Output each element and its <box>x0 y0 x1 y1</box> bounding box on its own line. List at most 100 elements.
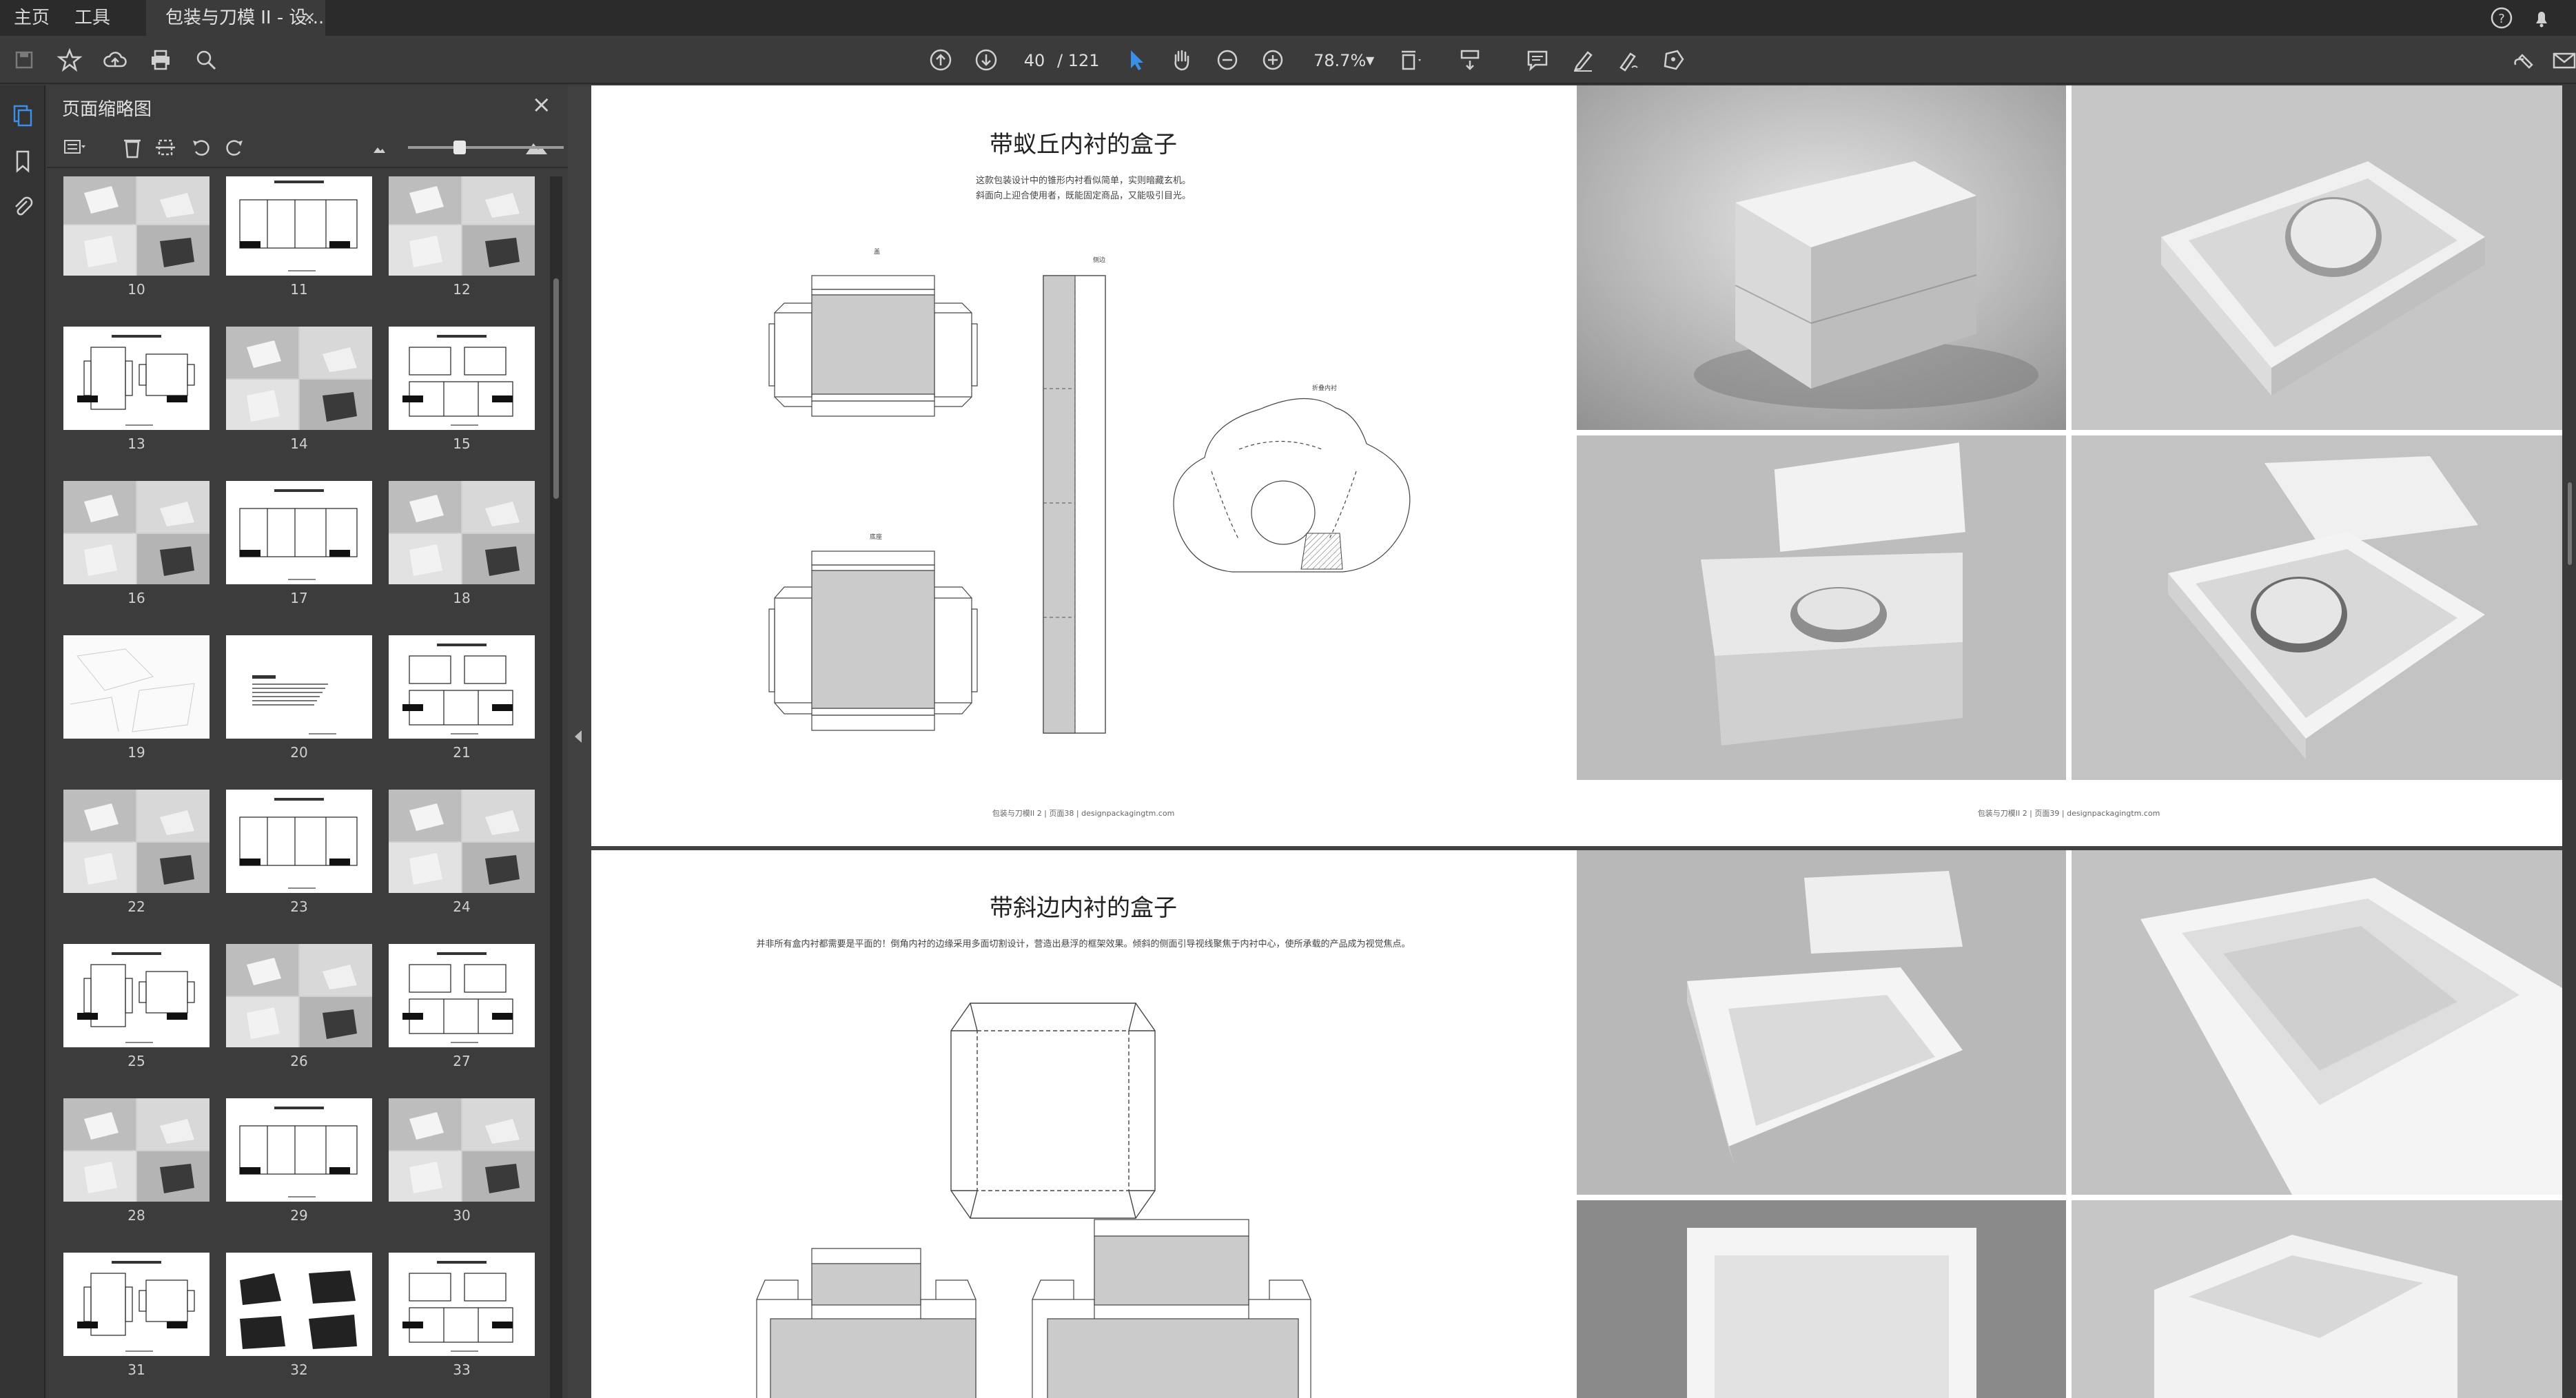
tab-document[interactable]: 包装与刀模 II - 设... × <box>146 0 325 36</box>
photo-bevel-box-inside <box>1577 1200 2066 1398</box>
thumbnail-page-number: 33 <box>453 1361 471 1378</box>
zoom-dropdown[interactable]: 78.7% ▼ <box>1302 47 1378 74</box>
comment-icon[interactable] <box>1523 45 1552 74</box>
attachment-icon[interactable] <box>9 193 37 220</box>
bell-icon[interactable] <box>2529 6 2554 30</box>
photo-bevel-box-lid <box>1577 850 2066 1195</box>
tab-close-button[interactable]: × <box>303 0 316 36</box>
photo-box-lid-tilted <box>1577 435 2066 780</box>
thumbnail-page-number: 16 <box>127 590 145 606</box>
document-scrollbar-thumb[interactable] <box>2568 482 2572 565</box>
page-spread-38-39: 带蚁丘内衬的盒子 这款包装设计中的锥形内衬看似简单，实则暗藏玄机。 斜面向上迎合… <box>591 85 2562 846</box>
thumbnail-scrollbar-thumb[interactable] <box>553 278 559 499</box>
page-number-input[interactable]: 40 <box>1013 47 1056 74</box>
extract-page-icon[interactable] <box>153 135 178 160</box>
zoom-value: 78.7% <box>1313 51 1367 70</box>
collapse-panel-handle[interactable] <box>575 730 582 743</box>
page-number-control: 40 / 121 <box>1013 47 1110 74</box>
thumbnail-page-number: 20 <box>290 744 308 761</box>
thumbnail-image <box>389 327 535 430</box>
thumbnail-image <box>63 1253 209 1356</box>
page-up-icon[interactable] <box>926 45 955 74</box>
footer-site: | designpackagingtm.com <box>1076 809 1175 818</box>
bookmark-icon[interactable] <box>9 147 37 175</box>
star-icon[interactable] <box>55 45 84 74</box>
thumbnail-page-number: 22 <box>127 898 145 915</box>
page-down-icon[interactable] <box>972 45 1001 74</box>
scroll-mode-icon[interactable] <box>1455 45 1484 74</box>
svg-text:?: ? <box>2498 12 2505 26</box>
menu-bar: 主页 工具 包装与刀模 II - 设... × ? <box>0 0 2576 36</box>
print-icon[interactable] <box>146 45 175 74</box>
thumbnail-size-slider-track[interactable] <box>408 146 564 149</box>
footer-site: | designpackagingtm.com <box>2061 809 2160 818</box>
footer-book: 包装与刀模II 2 | <box>992 809 1047 818</box>
thumbnail-image <box>389 1253 535 1356</box>
page-38-footer: 包装与刀模II 2 | 页面38 | designpackagingtm.com <box>591 808 1575 819</box>
save-icon[interactable] <box>10 45 39 74</box>
upload-cloud-icon[interactable] <box>101 45 130 74</box>
page-spread-40-41: 带斜边内衬的盒子 并非所有盒内衬都需要是平面的！倒角内衬的边缘采用多面切割设计，… <box>591 850 2562 1398</box>
footer-page: 页面38 <box>1049 809 1074 818</box>
thumbnail-page-number: 18 <box>453 590 471 606</box>
rotate-left-icon[interactable] <box>189 135 214 160</box>
thumbnail-list: 10 11 12 13 14 15 16 17 18 19 20 21 22 23 24 25 26 27 28 29… <box>47 176 568 1398</box>
thumbnail-image <box>226 1098 372 1202</box>
panel-close-button[interactable]: × <box>532 91 552 119</box>
page-fit-icon[interactable] <box>1396 45 1425 74</box>
pdf-reader-window: 主页 工具 包装与刀模 II - 设... × ? 40 / 121 78.7%… <box>0 0 2576 1398</box>
tab-document-label: 包装与刀模 II - 设... <box>165 8 325 28</box>
highlight-pen-icon[interactable] <box>1568 45 1597 74</box>
page-38: 带蚁丘内衬的盒子 这款包装设计中的锥形内衬看似简单，实则暗藏玄机。 斜面向上迎合… <box>591 85 1575 846</box>
thumbnail-page-number: 11 <box>290 281 308 298</box>
thumbnail-page-number: 23 <box>290 898 308 915</box>
thumbnail-image <box>63 944 209 1047</box>
thumbnail-page-number: 26 <box>290 1053 308 1069</box>
menu-tools[interactable]: 工具 <box>74 0 110 36</box>
edit-link-icon[interactable] <box>2508 45 2537 74</box>
thumbnail-page-number: 14 <box>290 435 308 452</box>
options-menu-icon[interactable] <box>62 135 87 160</box>
thumbnail-page-number: 21 <box>453 744 471 761</box>
thumbnail-image <box>389 1098 535 1202</box>
delete-page-icon[interactable] <box>120 135 145 160</box>
chevron-down-icon: ▼ <box>1366 54 1375 67</box>
thumbnail-page-number: 10 <box>127 281 145 298</box>
thumbnail-image <box>226 1253 372 1356</box>
thumbnail-image <box>389 176 535 276</box>
document-view[interactable]: 带蚁丘内衬的盒子 这款包装设计中的锥形内衬看似简单，实则暗藏玄机。 斜面向上迎合… <box>568 85 2576 1398</box>
photo-bevel-box-corner <box>2072 1200 2562 1398</box>
zoom-out-icon[interactable] <box>1213 45 1242 74</box>
page-thumbnails-icon[interactable] <box>9 102 37 130</box>
thumbnail-image <box>389 481 535 584</box>
thumbnail-image <box>226 790 372 893</box>
thumbnail-image <box>389 944 535 1047</box>
stamp-icon[interactable] <box>1659 45 1688 74</box>
thumbnail-size-slider-handle[interactable] <box>453 141 466 154</box>
thumbnail-image <box>63 327 209 430</box>
search-icon[interactable] <box>192 45 221 74</box>
mail-icon[interactable] <box>2550 45 2576 74</box>
hand-tool-icon[interactable] <box>1167 45 1196 74</box>
dieline-drawing-ant-hill <box>768 275 1411 734</box>
small-mountain-icon <box>367 135 391 160</box>
menu-home[interactable]: 主页 <box>14 0 50 36</box>
thumbnail-page-number: 28 <box>127 1207 145 1224</box>
help-icon[interactable]: ? <box>2489 6 2514 30</box>
zoom-in-icon[interactable] <box>1258 45 1287 74</box>
thumbnail-image <box>63 635 209 739</box>
select-cursor-icon[interactable] <box>1122 45 1151 74</box>
thumbnail-page-number: 32 <box>290 1361 308 1378</box>
thumbnail-image <box>226 635 372 739</box>
page-total: / 121 <box>1057 51 1100 70</box>
photo-open-box-top <box>2072 85 2562 430</box>
page-39: 包装与刀模II 2 | 页面39 | designpackagingtm.com <box>1577 85 2562 846</box>
rotate-right-icon[interactable] <box>222 135 247 160</box>
document-scrollbar[interactable] <box>2562 85 2576 1398</box>
page-41 <box>1577 850 2562 1398</box>
thumbnail-page-number: 17 <box>290 590 308 606</box>
footer-page: 页面39 <box>2034 809 2060 818</box>
sign-icon[interactable] <box>1614 45 1643 74</box>
thumbnail-page-number: 27 <box>453 1053 471 1069</box>
thumbnail-image <box>226 481 372 584</box>
